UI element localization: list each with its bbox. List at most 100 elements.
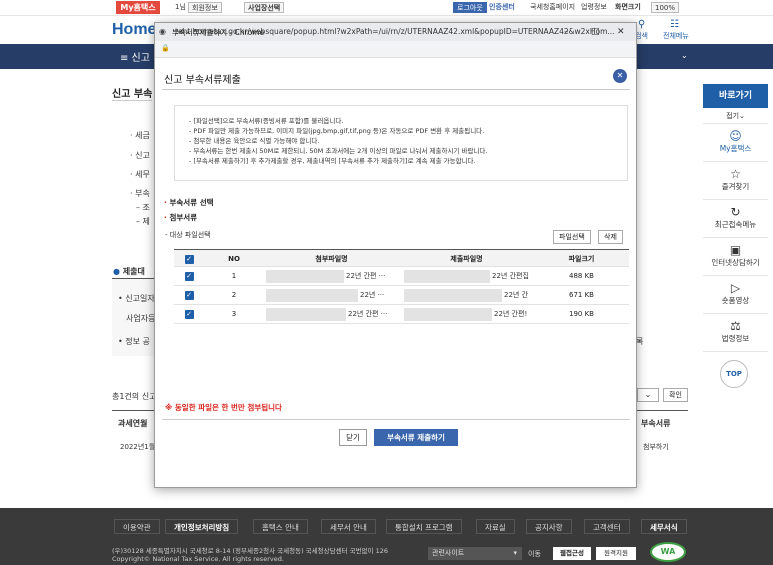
- cert-center-link[interactable]: 인증센터: [486, 2, 518, 13]
- logout-button[interactable]: 로그아웃: [453, 2, 487, 13]
- checkbox-checked-icon[interactable]: ✓: [184, 271, 194, 281]
- row-no: 2: [231, 291, 237, 299]
- modal-close-icon[interactable]: ✕: [613, 69, 627, 83]
- web-access-badge[interactable]: 웹접근성: [553, 547, 591, 560]
- attach-filename: 22년 ···: [360, 291, 385, 299]
- row-no: 1: [231, 272, 237, 280]
- top-label: TOP: [726, 370, 742, 378]
- file-size: 190 KB: [569, 310, 594, 318]
- law-icon: ⚖: [730, 319, 741, 333]
- footer-link-library[interactable]: 자료실: [476, 519, 515, 534]
- submit-filename[interactable]: 22년 간편!: [494, 305, 527, 324]
- hometax-logo[interactable]: Home: [112, 21, 156, 39]
- user-name-suffix: 1님: [175, 3, 186, 11]
- quick-item-chat[interactable]: ▣ 인터넷상담하기: [703, 238, 768, 276]
- dropdown-caret-icon[interactable]: ⌄: [637, 388, 659, 402]
- mytax-tab[interactable]: My홈택스: [116, 1, 160, 14]
- nts-home-link[interactable]: 국세청홈페이지: [527, 2, 578, 13]
- submit-section-title: ● 제출대: [113, 266, 145, 277]
- blurred-filename: [266, 308, 346, 321]
- business-label: 사업자등: [126, 314, 156, 323]
- notice-line: - [부속서류 제출하기] 후 추가제출할 경우, 제출내역의 [부속서류 추가…: [189, 157, 476, 165]
- header-checkbox-cell[interactable]: ✓: [174, 250, 204, 266]
- footer-address: (우)30128 세종특별자치시 국세청로 8-14 (정부세종2청사 국세청동…: [112, 547, 388, 563]
- search-icon[interactable]: ⚲: [638, 19, 645, 30]
- quick-item-recent[interactable]: ↻ 최근접속메뉴: [703, 200, 768, 238]
- row-checkbox-cell[interactable]: ✓: [174, 305, 204, 323]
- quick-collapse-button[interactable]: 접기⌄: [703, 108, 768, 124]
- quick-item-label: 숏폼영상: [721, 296, 750, 305]
- submit-filename[interactable]: 22년 간편집: [492, 267, 529, 286]
- blurred-filename: [404, 270, 490, 283]
- section-attach-heading: · 첨부서류: [164, 213, 198, 222]
- footer-link-terms[interactable]: 이용약관: [114, 519, 160, 534]
- footer-link-office[interactable]: 세무서 안내: [321, 519, 376, 534]
- footer-link-hometax[interactable]: 홈택스 안내: [253, 519, 308, 534]
- member-info-button[interactable]: 회원정보: [188, 2, 222, 13]
- checkbox-checked-icon[interactable]: ✓: [184, 309, 194, 319]
- table-row[interactable]: ✓ 2 22년 ··· 22년 간 671 KB: [174, 286, 629, 305]
- footer-link-customer[interactable]: 고객센터: [584, 519, 630, 534]
- quick-item-favorites[interactable]: ☆ 즐겨찾기: [703, 162, 768, 200]
- footer-link-notice[interactable]: 공지사항: [526, 519, 572, 534]
- select-caret-icon: ▾: [513, 549, 517, 557]
- delete-button[interactable]: 삭제: [598, 230, 623, 244]
- scroll-top-button[interactable]: TOP: [720, 360, 748, 388]
- footer-link-privacy[interactable]: 개인정보처리방침: [165, 519, 239, 534]
- recent-icon: ↻: [730, 205, 741, 219]
- remote-support-button[interactable]: 원격지원: [596, 547, 636, 560]
- row-checkbox-cell[interactable]: ✓: [174, 286, 204, 304]
- submit-filename[interactable]: 22년 간: [504, 286, 528, 305]
- table-header-row: ✓ NO 첨부파일명 제출파일명 파일크기: [174, 249, 629, 267]
- window-close-icon[interactable]: ✕: [617, 27, 625, 37]
- address-bar[interactable]: [155, 41, 636, 58]
- related-sites-label: 관련사이트: [432, 549, 465, 557]
- submit-attachments-button[interactable]: 부속서류 제출하기: [374, 429, 458, 446]
- bg-line-1: · 세금: [130, 131, 150, 140]
- site-info-link[interactable]: 업령정보: [578, 2, 610, 13]
- zoom-label: 화면크기: [615, 3, 641, 11]
- checkbox-checked-icon[interactable]: ✓: [184, 290, 194, 300]
- quick-item-label: 즐겨찾기: [721, 182, 750, 191]
- quick-item-label: My홈택스: [719, 144, 752, 153]
- blurred-filename: [404, 289, 502, 302]
- quick-item-mytax[interactable]: ☺ My홈택스: [703, 124, 768, 162]
- grid-menu-icon[interactable]: ☷: [670, 19, 679, 30]
- select-file-button[interactable]: 파일선택: [553, 230, 591, 244]
- title-divider: [112, 100, 152, 101]
- right-suffix: 록: [636, 337, 644, 346]
- move-button[interactable]: 이동: [528, 549, 541, 559]
- quick-item-label: 법령정보: [721, 334, 750, 343]
- related-sites-select[interactable]: 관련사이트 ▾: [428, 547, 522, 560]
- bg-line-2: · 신고: [130, 151, 150, 160]
- modal-title: 신고 부속서류제출: [164, 75, 241, 86]
- popup-window: ◉ 부속서류제출하기 - Chrome – □ ✕ 🔒 teht.hometax…: [154, 22, 637, 488]
- business-select-button[interactable]: 사업장선택: [244, 2, 285, 13]
- notice-line: - PDF 파일만 제출 가능하므로, 이미지 파일(jpg,bmp,gif,t…: [189, 127, 485, 135]
- chevron-down-icon[interactable]: ⌄: [681, 51, 688, 60]
- lock-icon: 🔒: [161, 44, 170, 52]
- nav-menu-button[interactable]: ≡ 신고: [120, 49, 150, 64]
- zoom-value[interactable]: 100%: [651, 2, 680, 13]
- target-file-label: - 대상 파일선택: [165, 231, 211, 239]
- close-button[interactable]: 닫기: [339, 429, 367, 446]
- attach-cell[interactable]: 첨부하기: [643, 442, 669, 452]
- report-date-label: • 신고일자: [118, 294, 155, 303]
- quick-item-law[interactable]: ⚖ 법령정보: [703, 314, 768, 352]
- checkbox-checked-icon[interactable]: ✓: [184, 254, 194, 264]
- table-row[interactable]: ✓ 3 22년 간편 ··· 22년 간편! 190 KB: [174, 305, 629, 324]
- person-icon: ☺: [729, 129, 742, 143]
- duplicate-warning: ※ 동일한 파일은 한 번만 첨부됩니다: [165, 403, 282, 412]
- url-text[interactable]: teht.hometax.go.kr/websquare/popup.html?…: [175, 27, 615, 36]
- file-size: 671 KB: [569, 291, 594, 299]
- info-label: • 정보 공: [118, 337, 150, 346]
- copyright-text: Copyright© National Tax Service. All rig…: [112, 555, 284, 563]
- all-menu-label[interactable]: 전체메뉴: [663, 31, 689, 41]
- footer-link-install[interactable]: 통합설치 프로그램: [386, 519, 462, 534]
- row-checkbox-cell[interactable]: ✓: [174, 267, 204, 285]
- quick-item-video[interactable]: ▷ 숏폼영상: [703, 276, 768, 314]
- info-dot-icon: ●: [113, 267, 120, 276]
- table-row[interactable]: ✓ 1 22년 간편 ··· 22년 간편집 488 KB: [174, 267, 629, 286]
- footer-link-forms[interactable]: 세무서식: [641, 519, 687, 534]
- confirm-button[interactable]: 확인: [663, 388, 688, 402]
